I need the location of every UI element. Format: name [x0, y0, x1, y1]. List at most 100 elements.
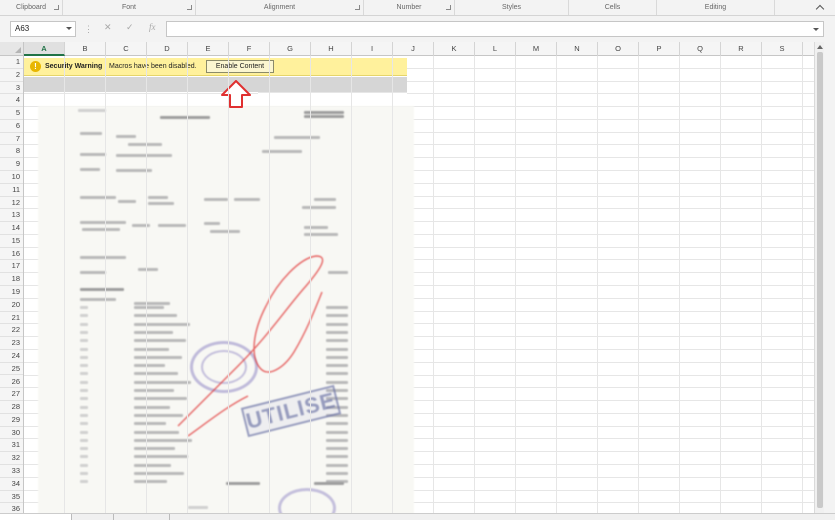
row-header-15[interactable]: 15 [0, 235, 23, 248]
sheet-tab[interactable] [72, 514, 114, 520]
row-headers: 1 2 3 4 5 6 7 8 9 10 11 12 13 14 15 16 17 18 19 20 21 22 23 24 2… [0, 56, 24, 520]
select-all-button[interactable] [0, 42, 24, 56]
gridline [515, 56, 516, 520]
row-header-13[interactable]: 13 [0, 209, 23, 223]
row-header-1[interactable]: 1 [0, 56, 23, 69]
ribbon-group-labels: Clipboard Font Alignment Number Styles Cells E… [0, 0, 835, 16]
enable-content-button[interactable]: Enable Content [206, 60, 274, 73]
cancel-icon[interactable]: ✕ [104, 22, 112, 33]
right-edge-strip [824, 42, 835, 520]
ribbon-group-styles: Styles [455, 0, 569, 15]
row-header-10[interactable]: 10 [0, 171, 23, 184]
row-header-21[interactable]: 21 [0, 312, 23, 325]
row-header-22[interactable]: 22 [0, 324, 23, 338]
row-header-19[interactable]: 19 [0, 286, 23, 299]
column-header-f[interactable]: F [229, 42, 270, 56]
row-header-34[interactable]: 34 [0, 478, 23, 491]
sheet-tab[interactable] [114, 514, 170, 520]
row-header-9[interactable]: 9 [0, 158, 23, 171]
warning-icon: ! [30, 61, 41, 72]
column-header-p[interactable]: P [639, 42, 680, 56]
column-header-b[interactable]: B [65, 42, 106, 56]
row-header-17[interactable]: 17 [0, 260, 23, 274]
column-header-o[interactable]: O [598, 42, 639, 56]
column-header-l[interactable]: L [475, 42, 516, 56]
gridline [269, 56, 270, 520]
column-header-n[interactable]: N [557, 42, 598, 56]
row-header-26[interactable]: 26 [0, 376, 23, 389]
column-header-a[interactable]: A [24, 42, 65, 56]
scroll-up-icon[interactable] [817, 45, 823, 49]
row-header-35[interactable]: 35 [0, 491, 23, 504]
name-box-value: A63 [15, 24, 30, 33]
row-header-7[interactable]: 7 [0, 133, 23, 146]
column-header-s[interactable]: S [762, 42, 803, 56]
gridline [310, 56, 311, 520]
dialog-launcher-icon[interactable] [355, 5, 360, 10]
formula-bar: A63 ⋮ ✕ ✓ fx [0, 16, 835, 42]
worksheet-grid: ABCDEFGHIJKLMNOPQRS 1 2 3 4 5 6 7 8 9 10 11 12 13 14 1… [0, 42, 835, 520]
insert-function-icon[interactable]: fx [149, 22, 156, 32]
row-header-5[interactable]: 5 [0, 107, 23, 120]
row-header-23[interactable]: 23 [0, 337, 23, 350]
row-header-28[interactable]: 28 [0, 401, 23, 414]
row-header-20[interactable]: 20 [0, 299, 23, 312]
row-header-4[interactable]: 4 [0, 94, 23, 108]
row-header-2[interactable]: 2 [0, 69, 23, 82]
gridline [802, 56, 803, 520]
column-header-e[interactable]: E [188, 42, 229, 56]
security-warning-message: Macros have been disabled. [109, 63, 197, 70]
enter-icon[interactable]: ✓ [126, 22, 134, 33]
sheet-tab[interactable] [0, 514, 72, 520]
row-header-18[interactable]: 18 [0, 273, 23, 287]
row-header-29[interactable]: 29 [0, 414, 23, 427]
row-header-11[interactable]: 11 [0, 184, 23, 197]
row-header-25[interactable]: 25 [0, 363, 23, 376]
gridline [105, 56, 106, 520]
dialog-launcher-icon[interactable] [187, 5, 192, 10]
ribbon-group-clipboard: Clipboard [0, 0, 63, 15]
row-header-27[interactable]: 27 [0, 388, 23, 402]
column-header-j[interactable]: J [393, 42, 434, 56]
row-header-12[interactable]: 12 [0, 197, 23, 210]
gridline [474, 56, 475, 520]
column-header-c[interactable]: C [106, 42, 147, 56]
column-headers: ABCDEFGHIJKLMNOPQRS [24, 42, 814, 56]
column-header-g[interactable]: G [270, 42, 311, 56]
expand-formula-icon[interactable] [813, 28, 819, 31]
gridline [720, 56, 721, 520]
column-header-k[interactable]: K [434, 42, 475, 56]
gridline [433, 56, 434, 520]
ribbon-group-cells: Cells [569, 0, 657, 15]
row-header-31[interactable]: 31 [0, 439, 23, 453]
column-header-h[interactable]: H [311, 42, 352, 56]
row-header-16[interactable]: 16 [0, 248, 23, 261]
vertical-scrollbar[interactable] [814, 42, 824, 520]
column-header-d[interactable]: D [147, 42, 188, 56]
column-header-i[interactable]: I [352, 42, 393, 56]
red-up-arrow-icon [221, 80, 251, 108]
gridline [228, 56, 229, 520]
dialog-launcher-icon[interactable] [446, 5, 451, 10]
row-header-33[interactable]: 33 [0, 465, 23, 478]
column-header-r[interactable]: R [721, 42, 762, 56]
row-header-3[interactable]: 3 [0, 82, 23, 95]
column-header-m[interactable]: M [516, 42, 557, 56]
name-box[interactable]: A63 [10, 21, 76, 37]
formula-input[interactable] [166, 21, 824, 37]
row-header-32[interactable]: 32 [0, 452, 23, 465]
collapse-ribbon-icon[interactable] [815, 4, 825, 14]
row-header-24[interactable]: 24 [0, 350, 23, 363]
security-warning-title: Security Warning [45, 63, 103, 70]
scrollbar-thumb[interactable] [817, 52, 823, 508]
cell-area[interactable]: UTILISE ! Security Warning Macros have b… [24, 56, 814, 520]
image-top-gray-band [24, 77, 407, 92]
chevron-down-icon[interactable] [66, 27, 72, 30]
row-header-14[interactable]: 14 [0, 222, 23, 235]
row-header-6[interactable]: 6 [0, 120, 23, 133]
column-header-q[interactable]: Q [680, 42, 721, 56]
row-header-8[interactable]: 8 [0, 145, 23, 159]
gridline [679, 56, 680, 520]
dialog-launcher-icon[interactable] [54, 5, 59, 10]
row-header-30[interactable]: 30 [0, 427, 23, 440]
